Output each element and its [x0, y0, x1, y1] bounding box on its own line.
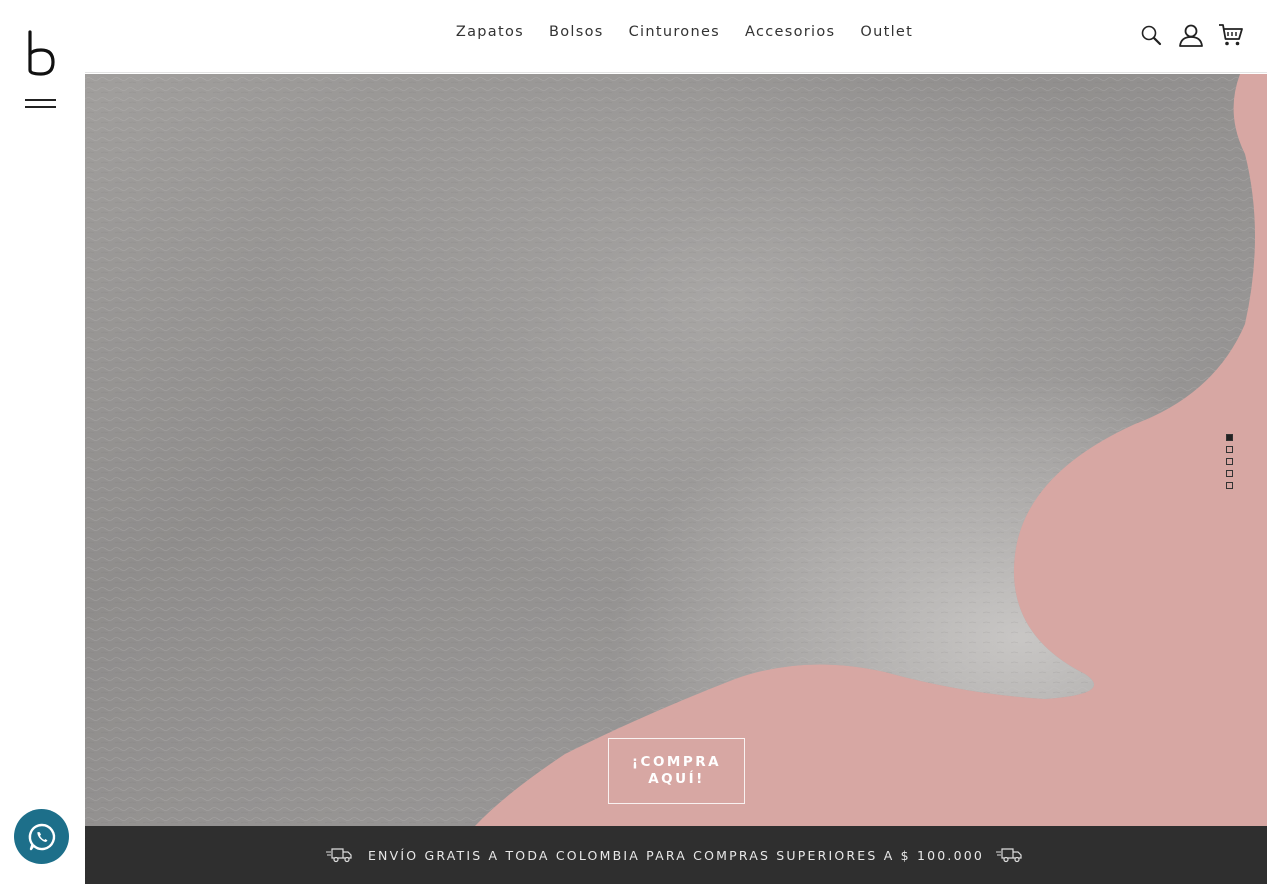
slide-dot-1[interactable] [1226, 434, 1233, 441]
slide-dot-5[interactable] [1226, 482, 1233, 489]
nav-item-zapatos[interactable]: Zapatos [456, 24, 524, 40]
b-logo-icon [28, 30, 55, 76]
truck-icon [996, 847, 1026, 863]
side-rail [0, 0, 85, 884]
right-edge [1267, 0, 1284, 884]
nav-item-bolsos[interactable]: Bolsos [549, 24, 604, 40]
nav-item-outlet[interactable]: Outlet [860, 24, 913, 40]
menu-hamburger-button[interactable] [25, 97, 56, 115]
hero-slider[interactable]: ¡COMPRA AQUÍ! [85, 74, 1267, 826]
site-header: Zapatos Bolsos Cinturones Accesorios Out… [85, 0, 1284, 73]
header-icons [1138, 22, 1244, 48]
slider-pagination [1226, 434, 1233, 489]
cart-icon [1219, 24, 1243, 46]
hamburger-line [25, 106, 56, 108]
slide-dot-2[interactable] [1226, 446, 1233, 453]
hamburger-line [25, 99, 56, 101]
hero-leather-image [85, 74, 1267, 826]
cart-button[interactable] [1218, 22, 1244, 48]
free-shipping-text: ENVÍO GRATIS A TODA COLOMBIA PARA COMPRA… [367, 847, 985, 863]
shop-now-label: ¡COMPRA AQUÍ! [631, 754, 722, 787]
search-icon [1141, 25, 1162, 46]
nav-item-accesorios[interactable]: Accesorios [745, 24, 835, 40]
shop-now-button[interactable]: ¡COMPRA AQUÍ! [608, 738, 745, 804]
slide-dot-3[interactable] [1226, 458, 1233, 465]
account-button[interactable] [1178, 22, 1204, 48]
search-button[interactable] [1138, 22, 1164, 48]
whatsapp-button[interactable] [14, 809, 69, 864]
truck-icon [325, 847, 356, 863]
whatsapp-icon [28, 823, 55, 850]
nav-item-cinturones[interactable]: Cinturones [629, 24, 720, 40]
main-nav: Zapatos Bolsos Cinturones Accesorios Out… [85, 24, 1284, 40]
free-shipping-bar: ENVÍO GRATIS A TODA COLOMBIA PARA COMPRA… [85, 826, 1267, 884]
user-icon [1179, 24, 1203, 47]
brand-logo[interactable] [27, 30, 57, 76]
slide-dot-4[interactable] [1226, 470, 1233, 477]
